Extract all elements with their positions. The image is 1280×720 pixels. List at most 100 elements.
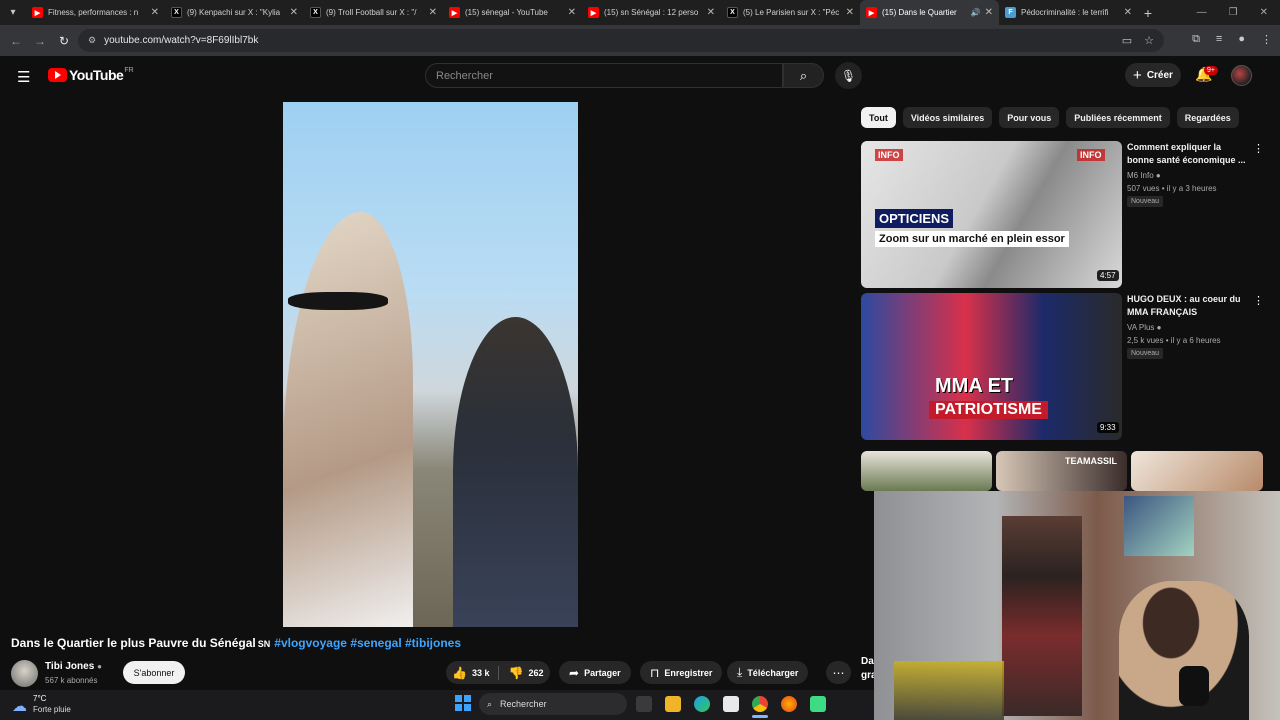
dislike-button[interactable]: 👎 262 [508, 666, 543, 680]
short-thumbnail[interactable] [1131, 451, 1263, 491]
account-avatar[interactable] [1231, 65, 1252, 86]
create-button[interactable]: + Créer [1125, 63, 1181, 87]
browser-tab[interactable]: X (5) Le Parisien sur X : "Péc ✕ [721, 0, 860, 25]
close-icon[interactable]: ✕ [1124, 7, 1132, 18]
tab-search-button[interactable]: ▾ [0, 0, 26, 25]
youtube-icon: ▶ [588, 7, 599, 18]
recommended-video[interactable]: MMA ET PATRIOTISME 9:33 HUGO DEUX : au c… [861, 293, 1276, 440]
recommended-video-meta: 507 vues • il y a 3 heures [1127, 184, 1217, 193]
close-icon[interactable]: ✕ [568, 7, 576, 18]
channel-name[interactable]: Tibi Jones ● [45, 661, 102, 672]
youtube-logo[interactable]: YouTube FR [48, 67, 134, 83]
thumbnail-caption: Zoom sur un marché en plein essor [875, 231, 1069, 247]
browser-tab[interactable]: ▶ (15) sénegal - YouTube ✕ [443, 0, 582, 25]
maximize-icon[interactable]: ❐ [1229, 7, 1238, 18]
channel-avatar[interactable] [11, 660, 38, 687]
recommended-channel-name[interactable]: M6 Info ● [1127, 171, 1161, 180]
more-actions-button[interactable]: ⋯ [826, 661, 851, 684]
verified-icon: ● [1156, 323, 1162, 332]
extensions-icon[interactable]: ⧉ [1192, 33, 1200, 46]
save-button[interactable]: ⊓ Enregistrer [640, 661, 723, 684]
chip-similar[interactable]: Vidéos similaires [902, 107, 993, 128]
firefox-icon[interactable] [781, 696, 797, 712]
subscribe-button[interactable]: S'abonner [123, 661, 185, 684]
forward-icon[interactable]: → [28, 34, 52, 48]
share-button[interactable]: ➦ Partager [559, 661, 631, 684]
download-button[interactable]: ⤓ Télécharger [727, 661, 809, 684]
recommended-video-title[interactable]: HUGO DEUX : au coeur du MMA FRANÇAIS [1127, 293, 1247, 319]
close-icon[interactable]: ✕ [429, 7, 437, 18]
webcam-bookshelf [1002, 516, 1082, 716]
weather-temperature: 7°C [33, 694, 47, 703]
search-input[interactable]: Rechercher [425, 63, 783, 88]
new-badge: Nouveau [1127, 196, 1164, 207]
browser-tab[interactable]: ▶ (15) sn Sénégal : 12 perso ✕ [582, 0, 721, 25]
windows-start-icon[interactable] [455, 695, 471, 711]
site-info-icon[interactable]: ⚙ [88, 35, 96, 46]
video-duration: 9:33 [1097, 422, 1119, 433]
channel-logo-overlay: INFO [875, 149, 903, 161]
chip-recent[interactable]: Publiées récemment [1066, 107, 1170, 128]
verified-icon: ● [97, 662, 102, 671]
app-icon[interactable] [810, 696, 826, 712]
close-icon[interactable]: ✕ [707, 7, 715, 18]
taskbar-search[interactable]: ⌕ Rechercher [479, 693, 627, 715]
like-button[interactable]: 👍 33 k [452, 666, 489, 680]
file-explorer-icon[interactable] [665, 696, 681, 712]
weather-rain-icon[interactable]: ☁ [12, 697, 27, 715]
bookmark-star-icon[interactable]: ☆ [1144, 34, 1154, 47]
browser-tab[interactable]: F Pédocriminalité : le terrifi ✕ [999, 0, 1138, 25]
close-icon[interactable]: ✕ [846, 7, 854, 18]
more-horizontal-icon: ⋯ [832, 665, 845, 680]
webcam-desk-items [894, 661, 1004, 720]
browser-tab[interactable]: X (9) Kenpachi sur X : "Kylia ✕ [165, 0, 304, 25]
url-field[interactable]: ⚙ youtube.com/watch?v=8F69lIbl7bk ▭ ☆ [78, 29, 1164, 52]
media-controls-icon[interactable]: ≡ [1216, 33, 1222, 46]
edge-icon[interactable] [694, 696, 710, 712]
video-hashtags[interactable]: #vlogvoyage #senegal #tibijones [274, 636, 461, 650]
video-frame-sunglasses [288, 292, 388, 310]
close-window-icon[interactable]: ✕ [1260, 7, 1268, 18]
close-icon[interactable]: ✕ [985, 7, 993, 18]
download-icon: ⤓ [737, 665, 743, 679]
thumbnail-caption: OPTICIENS [875, 209, 954, 228]
menu-dots-icon[interactable]: ⋮ [1261, 33, 1272, 46]
profile-icon[interactable]: ● [1238, 33, 1245, 46]
store-icon[interactable] [723, 696, 739, 712]
search-button[interactable]: ⌕ [783, 63, 824, 88]
browser-tab[interactable]: X (9) Troll Football sur X : "/✕ [304, 0, 443, 25]
hamburger-menu-icon[interactable]: ☰ [17, 68, 30, 86]
subscriber-count: 567 k abonnés [45, 676, 98, 685]
browser-tab[interactable]: ▶ Fitness, performances : n ✕ [26, 0, 165, 25]
close-icon[interactable]: ✕ [290, 7, 298, 18]
video-player[interactable] [283, 102, 578, 627]
chrome-icon[interactable] [752, 696, 768, 712]
cast-icon[interactable]: ▭ [1122, 34, 1132, 47]
recommended-video-title[interactable]: Comment expliquer la bonne santé économi… [1127, 141, 1247, 167]
chip-watched[interactable]: Regardées [1176, 107, 1239, 128]
new-tab-button[interactable]: + [1138, 5, 1158, 21]
speaker-icon[interactable]: 🔊 [971, 8, 981, 17]
youtube-masthead: ☰ YouTube FR Rechercher ⌕ 🎙 + Créer 🔔 9+ [0, 56, 1280, 96]
channel-logo-overlay: INFO [1077, 149, 1105, 161]
video-thumbnail[interactable]: INFO INFO OPTICIENS Zoom sur un marché e… [861, 141, 1122, 288]
recommended-video[interactable]: INFO INFO OPTICIENS Zoom sur un marché e… [861, 141, 1276, 288]
chip-all[interactable]: Tout [861, 107, 896, 128]
voice-search-button[interactable]: 🎙 [835, 62, 862, 89]
thumbnail-caption: PATRIOTISME [929, 401, 1048, 419]
video-thumbnail[interactable]: MMA ET PATRIOTISME [861, 293, 1122, 440]
webcam-poster [1124, 496, 1194, 556]
back-icon[interactable]: ← [4, 34, 28, 48]
chip-for-you[interactable]: Pour vous [999, 107, 1060, 128]
share-icon: ➦ [569, 665, 580, 680]
more-vertical-icon[interactable]: ⋮ [1253, 142, 1264, 155]
minimize-icon[interactable]: — [1197, 7, 1207, 18]
task-view-icon[interactable] [636, 696, 652, 712]
short-thumbnail[interactable] [861, 451, 992, 491]
recommended-channel-name[interactable]: VA Plus ● [1127, 323, 1162, 332]
browser-tab-active[interactable]: ▶ (15) Dans le Quartier 🔊 ✕ [860, 0, 999, 25]
close-icon[interactable]: ✕ [151, 7, 159, 18]
reload-icon[interactable]: ↻ [52, 34, 76, 48]
extension-icons: ⧉ ≡ ● ⋮ [1192, 33, 1272, 46]
more-vertical-icon[interactable]: ⋮ [1253, 294, 1264, 307]
